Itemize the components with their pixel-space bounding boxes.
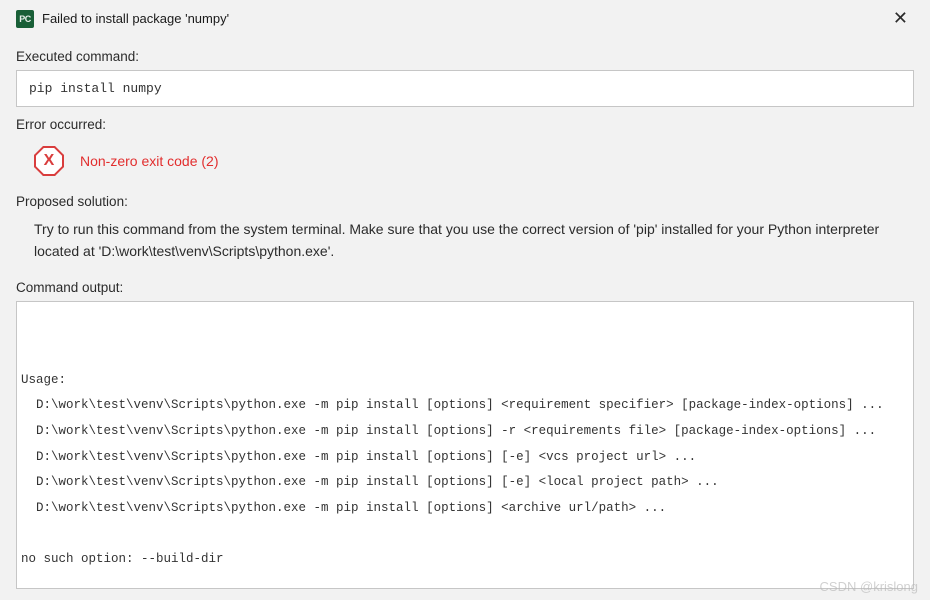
command-output-label: Command output:: [16, 280, 914, 295]
pycharm-icon: PC: [16, 10, 34, 28]
dialog-title: Failed to install package 'numpy': [42, 11, 879, 26]
error-occurred-label: Error occurred:: [16, 117, 914, 132]
error-dialog: PC Failed to install package 'numpy' ✕ E…: [0, 0, 930, 600]
close-button[interactable]: ✕: [887, 8, 914, 29]
stop-icon-inner: X: [36, 148, 62, 174]
error-message: Non-zero exit code (2): [80, 153, 219, 169]
executed-command-box: pip install numpy: [16, 70, 914, 107]
x-mark-icon: X: [44, 152, 55, 170]
stop-icon: X: [34, 146, 64, 176]
title-bar: PC Failed to install package 'numpy' ✕: [16, 8, 914, 41]
command-output-box: Usage: D:\work\test\venv\Scripts\python.…: [16, 301, 914, 589]
proposed-solution-label: Proposed solution:: [16, 194, 914, 209]
error-row: X Non-zero exit code (2): [16, 138, 914, 186]
executed-command-label: Executed command:: [16, 49, 914, 64]
proposed-solution-text: Try to run this command from the system …: [16, 215, 914, 272]
